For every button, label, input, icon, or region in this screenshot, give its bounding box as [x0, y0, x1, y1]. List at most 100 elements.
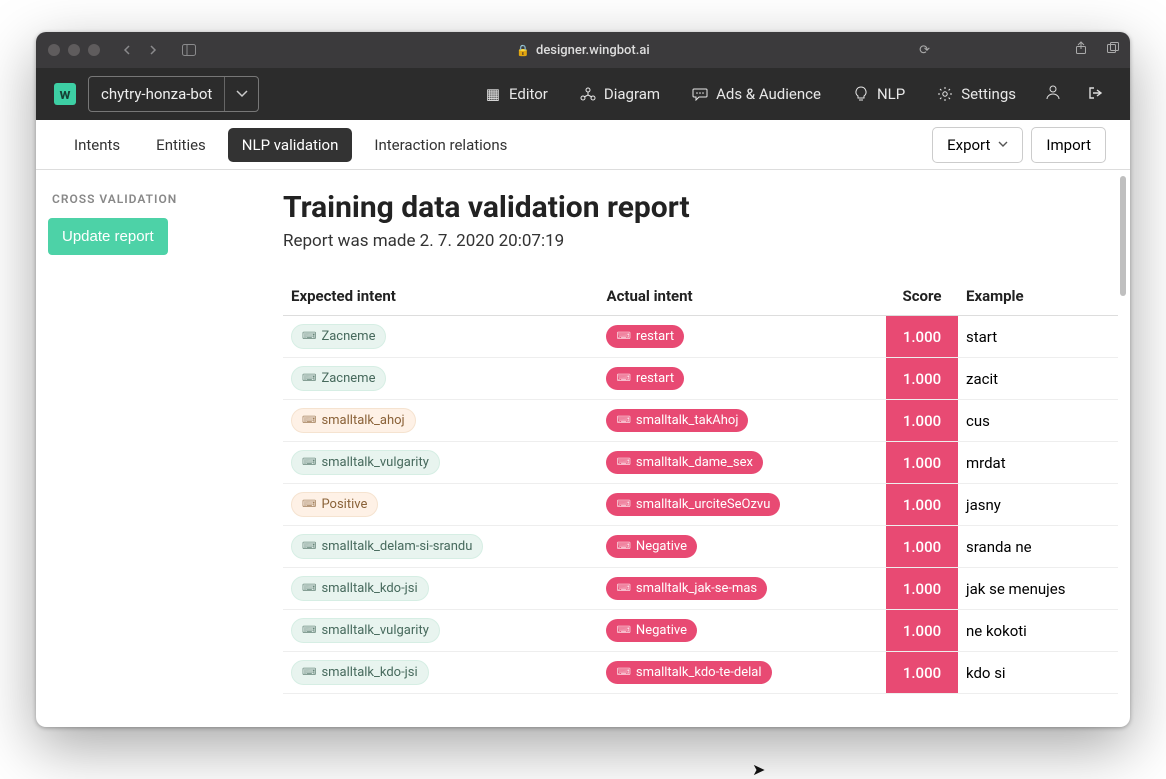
expected-intent-pill[interactable]: ⌨ smalltalk_vulgarity: [291, 618, 440, 643]
tabs-icon[interactable]: [1106, 41, 1120, 59]
maximize-window-icon[interactable]: [88, 44, 100, 56]
actual-intent-pill[interactable]: ⌨restart: [606, 325, 684, 348]
nav-ads-label: Ads & Audience: [716, 85, 821, 103]
logout-icon[interactable]: [1080, 79, 1112, 110]
expected-intent-pill[interactable]: ⌨ Positive: [291, 492, 378, 517]
actual-intent-pill[interactable]: ⌨smalltalk_urciteSeOzvu: [606, 493, 780, 516]
actual-intent-pill[interactable]: ⌨smalltalk_takAhoj: [606, 409, 748, 432]
example-cell: zacit: [958, 358, 1118, 400]
export-button-label: Export: [947, 136, 990, 154]
expected-intent-pill[interactable]: ⌨ smalltalk_ahoj: [291, 408, 416, 433]
page-subtitle: Report was made 2. 7. 2020 20:07:19: [283, 231, 1130, 251]
actual-intent-pill[interactable]: ⌨smalltalk_jak-se-mas: [606, 577, 767, 600]
nav-editor[interactable]: ▦ Editor: [475, 79, 558, 109]
col-actual: Actual intent: [598, 277, 886, 316]
actual-intent-label: restart: [636, 329, 674, 344]
keyboard-icon: ⌨: [616, 625, 630, 636]
expected-intent-label: smalltalk_vulgarity: [321, 623, 428, 638]
main-content: Training data validation report Report w…: [271, 170, 1130, 727]
browser-window: 🔒 designer.wingbot.ai ⟳ w chytry-honza-b…: [36, 32, 1130, 727]
tab-interaction-relations[interactable]: Interaction relations: [360, 128, 521, 162]
wingbot-logo[interactable]: w: [54, 83, 76, 105]
table-row[interactable]: ⌨Zacneme⌨restart1.000start: [283, 316, 1118, 358]
actual-intent-pill[interactable]: ⌨ Negative: [606, 619, 697, 642]
nav-settings-label: Settings: [961, 85, 1016, 103]
reload-icon[interactable]: ⟳: [919, 43, 930, 58]
actual-intent-label: Negative: [636, 623, 687, 638]
actual-intent-label: smalltalk_kdo-te-delal: [636, 665, 762, 680]
window-controls[interactable]: [48, 44, 100, 56]
chat-icon: [692, 87, 708, 101]
expected-intent-pill[interactable]: ⌨smalltalk_vulgarity: [291, 450, 440, 475]
bot-picker[interactable]: chytry-honza-bot: [88, 76, 259, 112]
sidebar-toggle-icon[interactable]: [178, 39, 200, 61]
table-row[interactable]: ⌨smalltalk_kdo-jsi ⌨smalltalk_jak-se-mas 1…: [283, 568, 1118, 610]
table-row[interactable]: ⌨smalltalk_ahoj⌨smalltalk_takAhoj1.000cu…: [283, 400, 1118, 442]
bot-picker-name: chytry-honza-bot: [89, 77, 224, 111]
back-button[interactable]: [116, 39, 138, 61]
keyboard-icon: ⌨: [302, 625, 316, 636]
score-cell: 1.000: [886, 358, 958, 400]
expected-intent-label: smalltalk_kdo-jsi: [321, 665, 417, 680]
example-cell: start: [958, 316, 1118, 358]
keyboard-icon: ⌨: [302, 667, 316, 678]
nav-ads[interactable]: Ads & Audience: [682, 79, 831, 109]
actual-intent-pill[interactable]: ⌨Negative: [606, 535, 697, 558]
example-cell: cus: [958, 400, 1118, 442]
update-report-button[interactable]: Update report: [48, 218, 168, 255]
nav-diagram-label: Diagram: [604, 85, 660, 103]
titlebar: 🔒 designer.wingbot.ai ⟳: [36, 32, 1130, 68]
example-cell: jak se menujes: [958, 568, 1118, 610]
expected-intent-pill[interactable]: ⌨Zacneme: [291, 366, 386, 391]
expected-intent-pill[interactable]: ⌨smalltalk_kdo-jsi: [291, 576, 429, 601]
keyboard-icon: ⌨: [302, 415, 316, 426]
table-row[interactable]: ⌨smalltalk_vulgarity⌨smalltalk_dame_sex1…: [283, 442, 1118, 484]
tab-entities[interactable]: Entities: [142, 128, 220, 162]
expected-intent-label: smalltalk_vulgarity: [321, 455, 428, 470]
close-window-icon[interactable]: [48, 44, 60, 56]
chevron-down-icon[interactable]: [224, 77, 258, 111]
tab-intents[interactable]: Intents: [60, 128, 134, 162]
share-icon[interactable]: [1074, 41, 1088, 59]
score-cell: 1.000: [886, 568, 958, 610]
table-row[interactable]: ⌨ smalltalk_kdo-jsi ⌨smalltalk_kdo-te-dela…: [283, 652, 1118, 694]
validation-table: Expected intent Actual intent Score Exam…: [283, 277, 1118, 694]
export-button[interactable]: Export: [932, 127, 1023, 163]
score-cell: 1.000: [886, 526, 958, 568]
expected-intent-label: Positive: [321, 497, 367, 512]
actual-intent-pill[interactable]: ⌨smalltalk_kdo-te-delal: [606, 661, 771, 684]
forward-button[interactable]: [142, 39, 164, 61]
page-title: Training data validation report: [283, 190, 1130, 225]
keyboard-icon: ⌨: [616, 583, 630, 594]
actual-intent-pill[interactable]: ⌨smalltalk_dame_sex: [606, 451, 763, 474]
table-row[interactable]: ⌨Positive⌨smalltalk_urciteSeOzvu1.000jas…: [283, 484, 1118, 526]
col-expected: Expected intent: [283, 277, 598, 316]
tab-nlp-validation[interactable]: NLP validation: [228, 128, 353, 162]
user-icon[interactable]: [1038, 78, 1068, 110]
table-row[interactable]: ⌨smalltalk_vulgarity⌨Negative1.000ne kok…: [283, 610, 1118, 652]
table-row[interactable]: ⌨Zacneme ⌨restart 1.000zacit: [283, 358, 1118, 400]
nav-settings[interactable]: Settings: [927, 79, 1026, 109]
expected-intent-label: smalltalk_delam-si-srandu: [321, 539, 472, 554]
scrollbar-thumb[interactable]: [1120, 176, 1126, 296]
editor-icon: ▦: [485, 85, 501, 103]
expected-intent-label: smalltalk_ahoj: [321, 413, 404, 428]
table-row[interactable]: ⌨ smalltalk_delam-si-srandu ⌨Negative 1.000…: [283, 526, 1118, 568]
expected-intent-pill[interactable]: ⌨Zacneme: [291, 324, 386, 349]
keyboard-icon: ⌨: [302, 583, 316, 594]
scrollbar[interactable]: [1118, 176, 1128, 723]
keyboard-icon: ⌨: [302, 373, 316, 384]
keyboard-icon: ⌨: [616, 373, 630, 384]
actual-intent-label: smalltalk_urciteSeOzvu: [636, 497, 770, 512]
nav-diagram[interactable]: Diagram: [570, 79, 670, 109]
import-button[interactable]: Import: [1031, 127, 1106, 163]
keyboard-icon: ⌨: [302, 541, 316, 552]
actual-intent-pill[interactable]: ⌨restart: [606, 367, 684, 390]
keyboard-icon: ⌨: [302, 499, 316, 510]
expected-intent-pill[interactable]: ⌨ smalltalk_kdo-jsi: [291, 660, 429, 685]
nav-nlp[interactable]: NLP: [843, 79, 915, 109]
expected-intent-label: Zacneme: [321, 329, 375, 344]
minimize-window-icon[interactable]: [68, 44, 80, 56]
example-cell: mrdat: [958, 442, 1118, 484]
expected-intent-pill[interactable]: ⌨ smalltalk_delam-si-srandu: [291, 534, 483, 559]
